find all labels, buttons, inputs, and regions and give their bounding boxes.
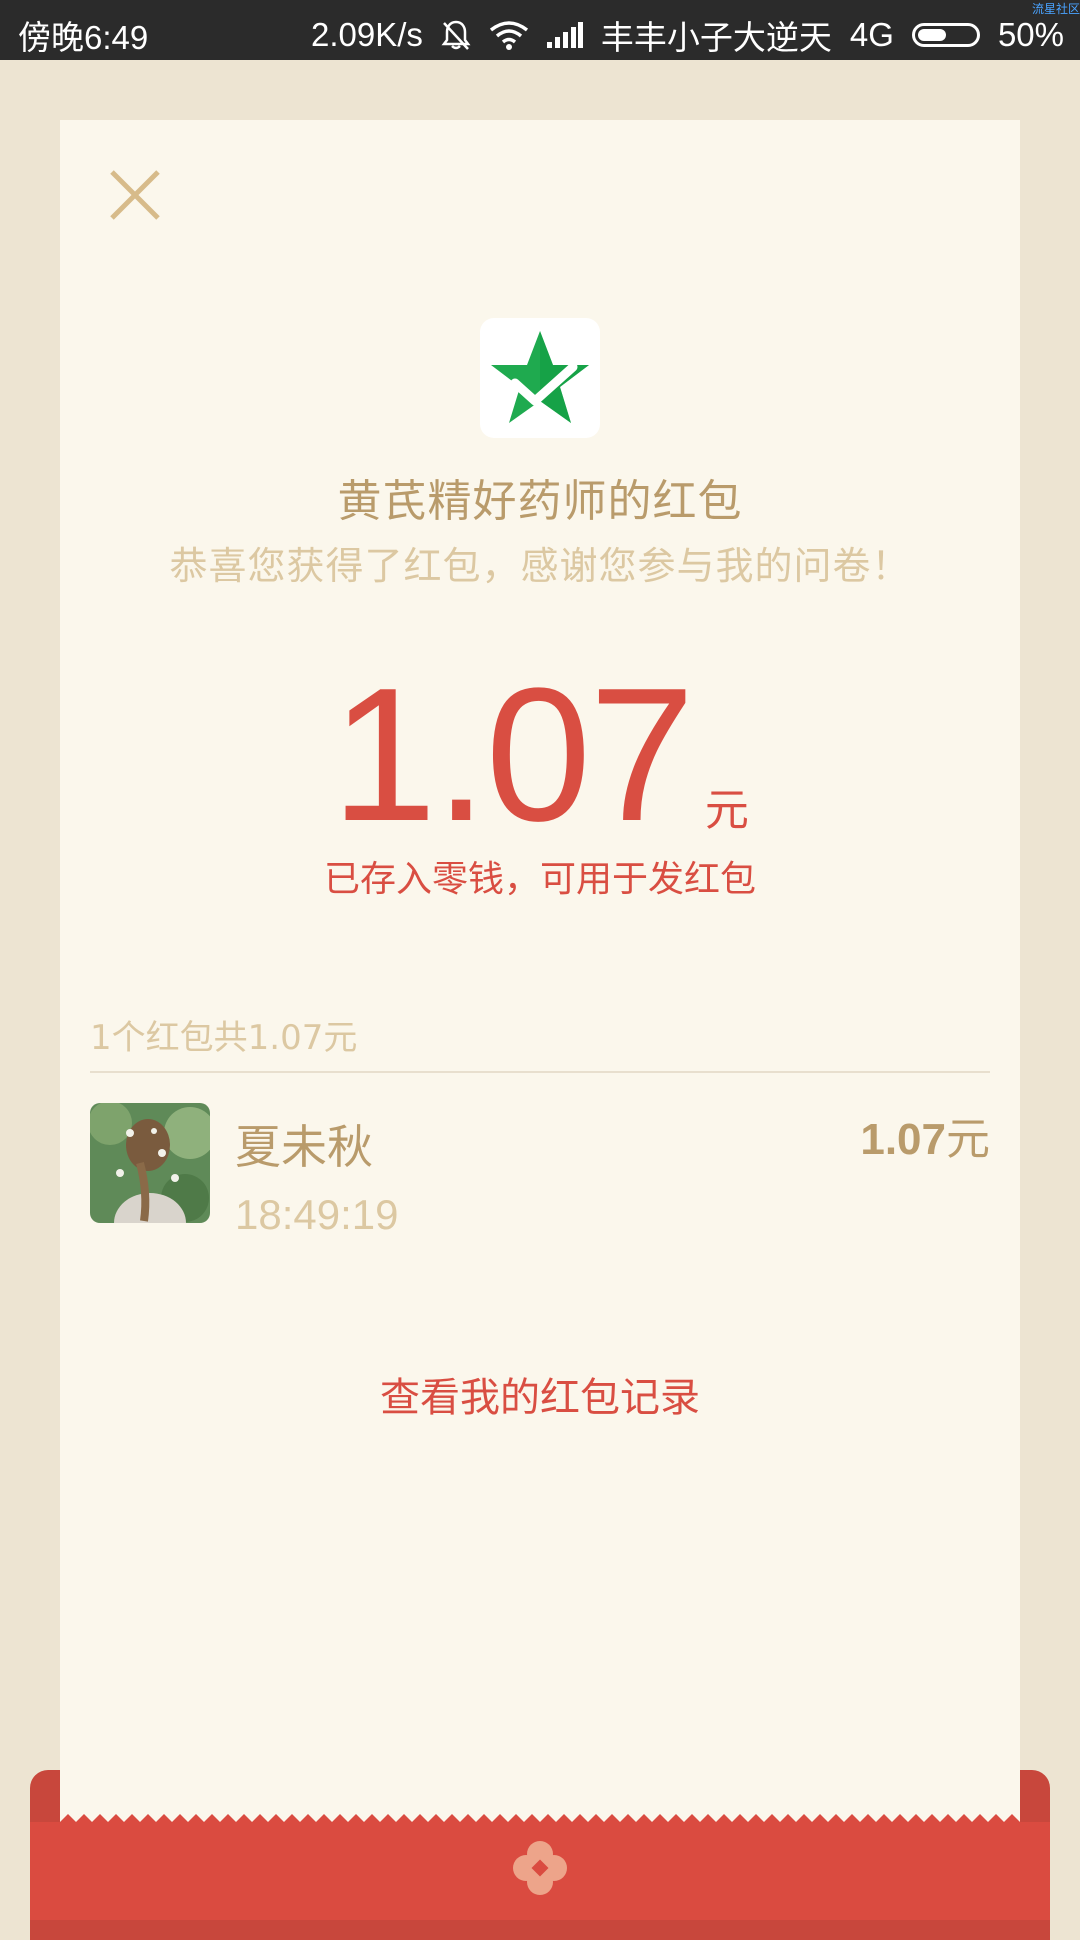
close-icon [110,170,160,220]
status-time: 傍晚6:49 [18,19,149,56]
network-speed: 2.09K/s [310,16,423,53]
saved-to-wallet-note: 已存入零钱，可用于发红包 [323,859,756,900]
sender-logo [480,318,600,438]
carrier-name: 丰丰小子大逆天 [600,19,832,56]
received-amount: 1.07元 [860,1103,990,1167]
network-type: 4G [849,16,894,53]
received-time: 18:49:19 [235,1191,399,1238]
amount-display: 1.07 元 [60,660,1020,850]
list-item[interactable]: 夏未秋 18:49:19 1.07元 [90,1103,990,1243]
view-history-link[interactable]: 查看我的红包记录 [60,1365,1020,1423]
battery-fill [917,29,946,41]
red-packet-detail-card: 黄芪精好药师的红包 恭喜您获得了红包，感谢您参与我的问卷！ 1.07 元 已存入… [60,120,1020,1820]
records-summary: 1个红包共1.07元 [90,1018,358,1058]
divider [90,1071,990,1073]
status-bar: 傍晚6:49 2.09K/s 丰丰小子大逆天 4G 50% 流星社区 [0,0,1080,60]
battery-icon [911,23,980,47]
recipient-name: 夏未秋 [235,1120,373,1174]
status-right-group: 2.09K/s 丰丰小子大逆天 4G 50% [311,11,1064,59]
received-amount-currency: 元 [946,1114,990,1165]
received-amount-value: 1.07 [860,1115,946,1164]
avatar [90,1103,210,1223]
greeting-message: 恭喜您获得了红包，感谢您参与我的问卷！ [169,544,911,588]
amount-currency: 元 [704,785,749,836]
battery-percent: 50% [997,16,1064,53]
star-check-logo-icon [491,331,589,423]
sender-name: 黄芪精好药师的红包 [337,476,743,527]
bell-muted-icon [441,19,471,51]
close-button[interactable] [100,160,170,230]
flower-emblem-icon [513,1841,567,1895]
wifi-icon [489,20,529,50]
amount-value: 1.07 [331,649,695,861]
watermark: 流星社区 [1031,2,1080,16]
signal-icon [546,22,583,48]
